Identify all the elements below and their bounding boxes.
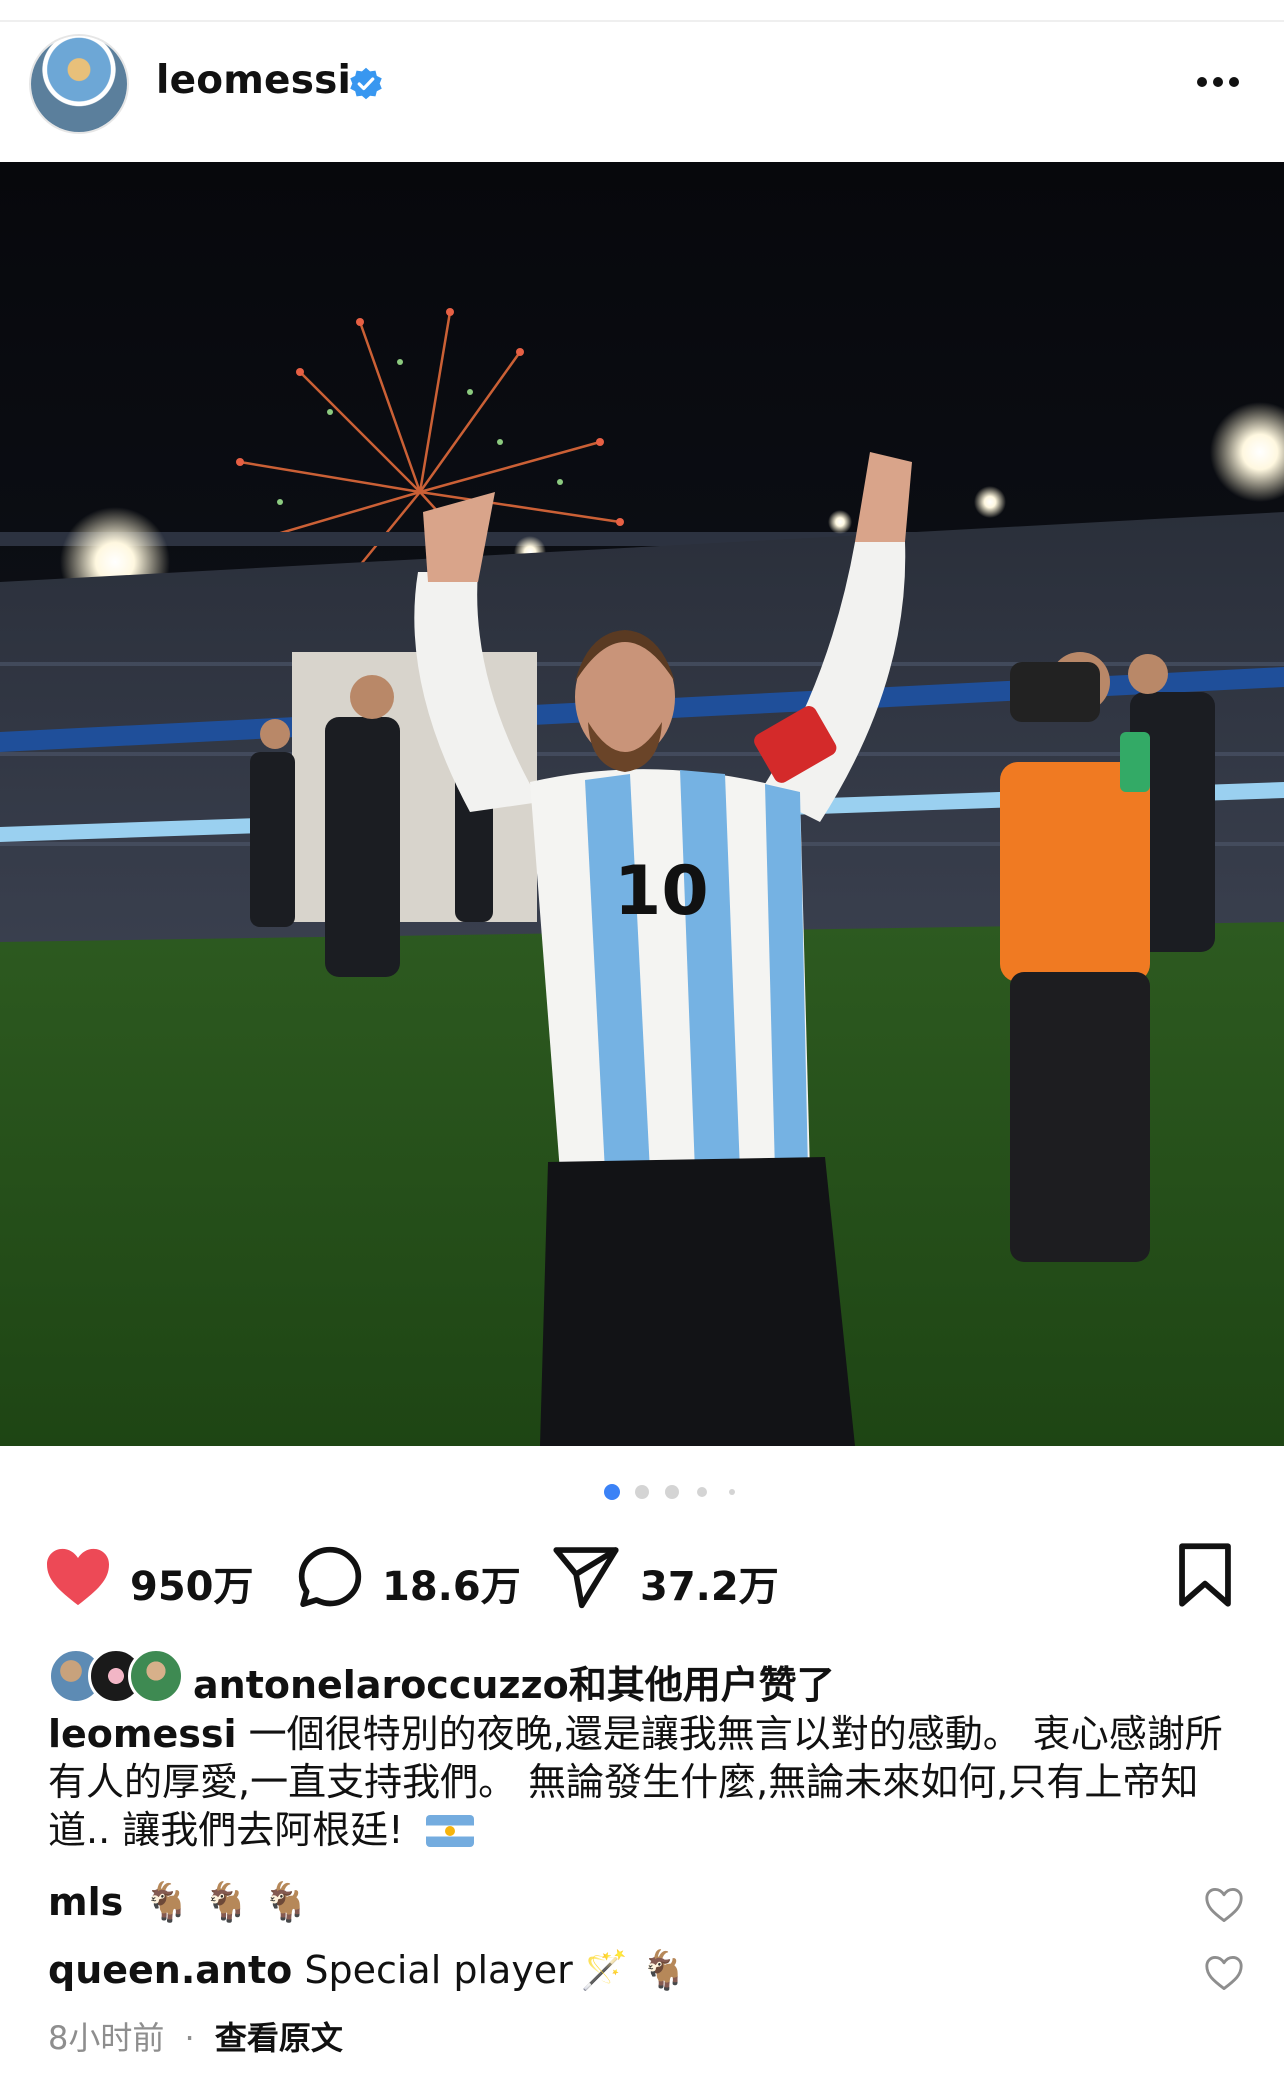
comment-username[interactable]: mls [48,1880,123,1924]
comment-bubble-icon[interactable] [296,1544,364,1612]
liked-by-text: antonelaroccuzzo和其他用户赞了 [193,1654,835,1709]
comment-row: mls 🐐 🐐 🐐 [48,1880,1198,1925]
profile-avatar[interactable] [31,36,127,132]
comment-emoji: 🪄 🐐 [580,1948,688,1992]
post-timestamp: 8小时前 [48,2019,165,2057]
stadium-photo-illustration: 10 [0,162,1284,1446]
more-horizontal-icon[interactable] [1188,60,1248,104]
argentina-flag-icon [425,1815,474,1847]
svg-text:10: 10 [614,852,709,931]
liked-by-username[interactable]: antonelaroccuzzo [193,1663,569,1707]
comment-row: queen.anto Special player 🪄 🐐 [48,1948,1198,1993]
carousel-indicator [0,1482,1284,1502]
heart-filled-icon[interactable] [44,1546,112,1608]
liker-avatar [128,1648,184,1704]
carousel-dot [697,1487,707,1497]
liked-by-suffix: 和其他用户赞了 [568,1663,835,1707]
caption-username[interactable]: leomessi [48,1712,237,1756]
post-header: leomessi [0,22,1284,162]
comment-like-heart-icon[interactable] [1204,1955,1244,1991]
bookmark-icon[interactable] [1176,1542,1234,1608]
post-caption: leomessi 一個很特別的夜晚,還是讓我無言以對的感動。 衷心感謝所有人的厚… [48,1710,1228,1854]
like-count[interactable]: 950万 [130,1554,254,1612]
carousel-dot [729,1489,735,1495]
comment-count[interactable]: 18.6万 [382,1554,521,1612]
comment-username[interactable]: queen.anto [48,1948,292,1992]
carousel-dot [665,1485,679,1499]
see-translation-link[interactable]: 查看原文 [215,2019,343,2057]
comment-like-heart-icon[interactable] [1204,1887,1244,1923]
post-photo[interactable]: 10 [0,162,1284,1446]
post-username[interactable]: leomessi [156,58,351,103]
action-bar: 950万 18.6万 37.2万 [0,1530,1284,1620]
post-meta: 8小时前 · 查看原文 [48,2013,343,2059]
liked-by-row[interactable]: antonelaroccuzzo和其他用户赞了 [48,1646,1248,1707]
paper-plane-icon[interactable] [552,1544,620,1610]
comment-text: Special player [304,1948,573,1992]
verified-badge-icon [350,67,382,100]
share-count[interactable]: 37.2万 [640,1554,779,1612]
carousel-dot [604,1484,620,1500]
comment-emoji: 🐐 🐐 🐐 [143,1880,310,1924]
carousel-dot [635,1485,649,1499]
meta-separator: · [184,2019,195,2057]
